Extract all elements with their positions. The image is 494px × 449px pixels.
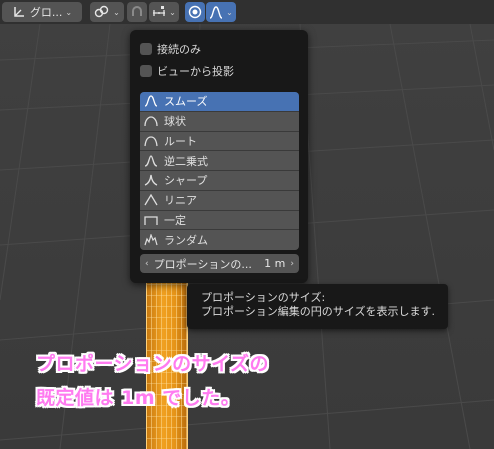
- chevron-down-icon: ⌄: [226, 7, 233, 17]
- chevron-down-icon: ⌄: [169, 7, 176, 17]
- random-curve-icon: [144, 234, 158, 246]
- pivot-icon: [14, 7, 24, 17]
- linear-curve-icon: [144, 194, 158, 206]
- decrement-arrow-icon[interactable]: ‹: [145, 259, 149, 269]
- falloff-option-constant[interactable]: 一定: [140, 210, 299, 231]
- annotation-line-1: プロポーションのサイズの: [36, 353, 270, 375]
- chevron-down-icon: ⌄: [113, 7, 120, 17]
- falloff-option-label: 逆二乗式: [164, 154, 208, 168]
- falloff-option-sphere[interactable]: 球状: [140, 111, 299, 132]
- falloff-option-label: 球状: [164, 115, 186, 129]
- snap-toggle-button[interactable]: [127, 2, 147, 22]
- chevron-down-icon: ⌄: [65, 7, 73, 17]
- proportional-edit-icon: [188, 5, 202, 19]
- proportional-edit-toggle[interactable]: [185, 2, 205, 22]
- viewport-header: グロ... ⌄ ⌄ ⌄ ⌄: [0, 0, 494, 24]
- link-snap-icon: [94, 5, 109, 18]
- falloff-option-random[interactable]: ランダム: [140, 230, 299, 250]
- falloff-option-label: シャープ: [164, 174, 208, 188]
- magnet-icon: [132, 6, 142, 16]
- annotation-line-2: 既定値は 1m でした。: [36, 387, 241, 409]
- falloff-option-label: ランダム: [164, 234, 208, 248]
- projected-label: ビューから投影: [157, 65, 234, 78]
- proportional-size-field[interactable]: ‹ プロポーションの... 1 m ›: [140, 254, 299, 273]
- falloff-option-label: スムーズ: [164, 95, 208, 109]
- proportional-size-label: プロポーションの...: [153, 257, 252, 271]
- snap-target-dropdown[interactable]: ⌄: [90, 2, 124, 22]
- sharp-curve-icon: [144, 175, 158, 186]
- projected-checkbox-row[interactable]: ビューから投影: [140, 63, 234, 79]
- falloff-option-label: 一定: [164, 213, 186, 227]
- annotation-caption: プロポーションのサイズの 既定値は 1m でした。: [36, 347, 269, 415]
- tooltip-description: プロポーション編集の円のサイズを表示します.: [201, 305, 435, 318]
- falloff-option-label: リニア: [164, 194, 197, 208]
- falloff-option-inverse-square[interactable]: 逆二乗式: [140, 151, 299, 171]
- transform-pivot-dropdown[interactable]: グロ... ⌄: [2, 2, 82, 22]
- connected-only-checkbox[interactable]: [140, 43, 152, 55]
- falloff-option-label: ルート: [164, 134, 197, 148]
- pivot-label: グロ...: [29, 6, 63, 19]
- falloff-type-dropdown[interactable]: ⌄: [206, 2, 236, 22]
- tooltip-title: プロポーションのサイズ:: [201, 291, 326, 304]
- snap-increment-icon: [153, 6, 166, 16]
- falloff-option-root[interactable]: ルート: [140, 131, 299, 152]
- constant-curve-icon: [144, 216, 158, 225]
- snap-element-dropdown[interactable]: ⌄: [149, 2, 179, 22]
- inverse-square-curve-icon: [144, 154, 158, 167]
- falloff-option-linear[interactable]: リニア: [140, 190, 299, 211]
- smooth-falloff-icon: [209, 6, 223, 19]
- connected-only-label: 接続のみ: [157, 43, 201, 56]
- increment-arrow-icon[interactable]: ›: [290, 259, 294, 269]
- falloff-type-list: スムーズ 球状 ルート 逆二乗式 シャープ リニア 一定 ランダム: [140, 92, 299, 250]
- proportional-edit-popover: 接続のみ ビューから投影 スムーズ 球状 ルート 逆二乗式 シャープ リニア 一…: [130, 30, 308, 283]
- connected-only-checkbox-row[interactable]: 接続のみ: [140, 41, 201, 57]
- sphere-curve-icon: [144, 116, 158, 127]
- projected-from-view-checkbox[interactable]: [140, 65, 152, 77]
- tooltip: プロポーションのサイズ: プロポーション編集の円のサイズを表示します.: [187, 284, 448, 329]
- root-curve-icon: [144, 136, 158, 146]
- proportional-size-value: 1 m: [264, 257, 286, 270]
- smooth-curve-icon: [144, 95, 158, 108]
- falloff-option-smooth[interactable]: スムーズ: [140, 92, 299, 112]
- falloff-option-sharp[interactable]: シャープ: [140, 171, 299, 191]
